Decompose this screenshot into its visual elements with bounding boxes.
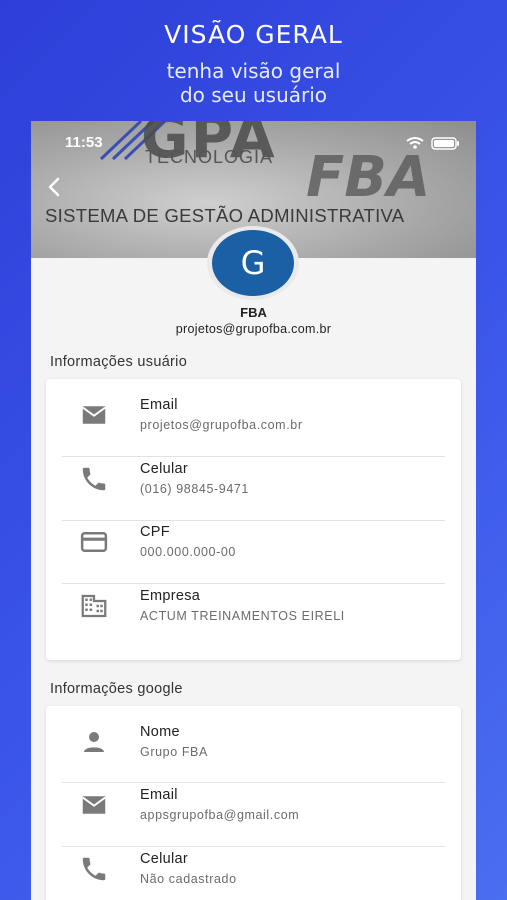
info-row-celular[interactable]: Celular (016) 98845-9471	[46, 448, 461, 512]
info-value: 000.000.000-00	[140, 545, 236, 559]
info-value: Não cadastrado	[140, 872, 237, 886]
section-title-user-info: Informações usuário	[50, 354, 188, 370]
info-label: CPF	[140, 524, 170, 540]
promo-subtitle-line1: tenha visão geral	[166, 59, 341, 83]
banner-watermark-fba: FBA	[306, 145, 431, 210]
info-value: projetos@grupofba.com.br	[140, 418, 303, 432]
promo-title: VISÃO GERAL	[164, 20, 343, 49]
phone-icon	[82, 857, 106, 881]
banner-watermark-tecnologia: TECNOLOGIA	[145, 147, 274, 167]
info-label: Nome	[140, 724, 180, 740]
info-value: (016) 98845-9471	[140, 482, 249, 496]
info-label: Celular	[140, 851, 189, 867]
section-title-google-info: Informações google	[50, 681, 183, 697]
info-value: ACTUM TREINAMENTOS EIRELI	[140, 609, 345, 623]
info-label: Empresa	[140, 588, 201, 604]
google-row-celular[interactable]: Celular Não cadastrado	[46, 838, 461, 900]
mail-icon	[82, 406, 106, 424]
avatar: G	[212, 230, 294, 296]
person-icon	[84, 732, 104, 752]
info-value: Grupo FBA	[140, 745, 208, 759]
promo-subtitle: tenha visão geral do seu usuário	[0, 59, 507, 107]
google-row-nome[interactable]: Nome Grupo FBA	[46, 711, 461, 775]
card-icon	[80, 532, 108, 552]
phone-icon	[82, 467, 106, 491]
profile-name: FBA	[240, 305, 267, 320]
info-label: Celular	[140, 461, 189, 477]
banner-watermark-sistema: SISTEMA DE GESTÃO ADMINISTRATIVA	[45, 205, 405, 226]
status-time: 11:53	[65, 134, 103, 151]
mail-icon	[82, 796, 106, 814]
user-info-card: Email projetos@grupofba.com.br Celular (…	[46, 379, 461, 660]
info-row-empresa[interactable]: Empresa ACTUM TREINAMENTOS EIRELI	[46, 575, 461, 639]
info-label: Email	[140, 787, 178, 803]
google-row-email[interactable]: Email appsgrupofba@gmail.com	[46, 774, 461, 838]
back-arrow-icon[interactable]	[45, 177, 65, 197]
wifi-icon	[406, 137, 424, 149]
battery-icon	[431, 137, 459, 150]
info-label: Email	[140, 397, 178, 413]
profile-email: projetos@grupofba.com.br	[175, 322, 332, 336]
info-value: appsgrupofba@gmail.com	[140, 808, 300, 822]
status-icons	[406, 137, 459, 150]
info-row-email[interactable]: Email projetos@grupofba.com.br	[46, 384, 461, 448]
info-row-cpf[interactable]: CPF 000.000.000-00	[46, 511, 461, 575]
promo-subtitle-line2: do seu usuário	[179, 83, 328, 107]
google-info-card: Nome Grupo FBA Email appsgrupofba@gmail.…	[46, 706, 461, 900]
phone-screen: GPA TECNOLOGIA FBA SISTEMA DE GESTÃO ADM…	[31, 121, 476, 900]
building-icon	[81, 594, 107, 618]
